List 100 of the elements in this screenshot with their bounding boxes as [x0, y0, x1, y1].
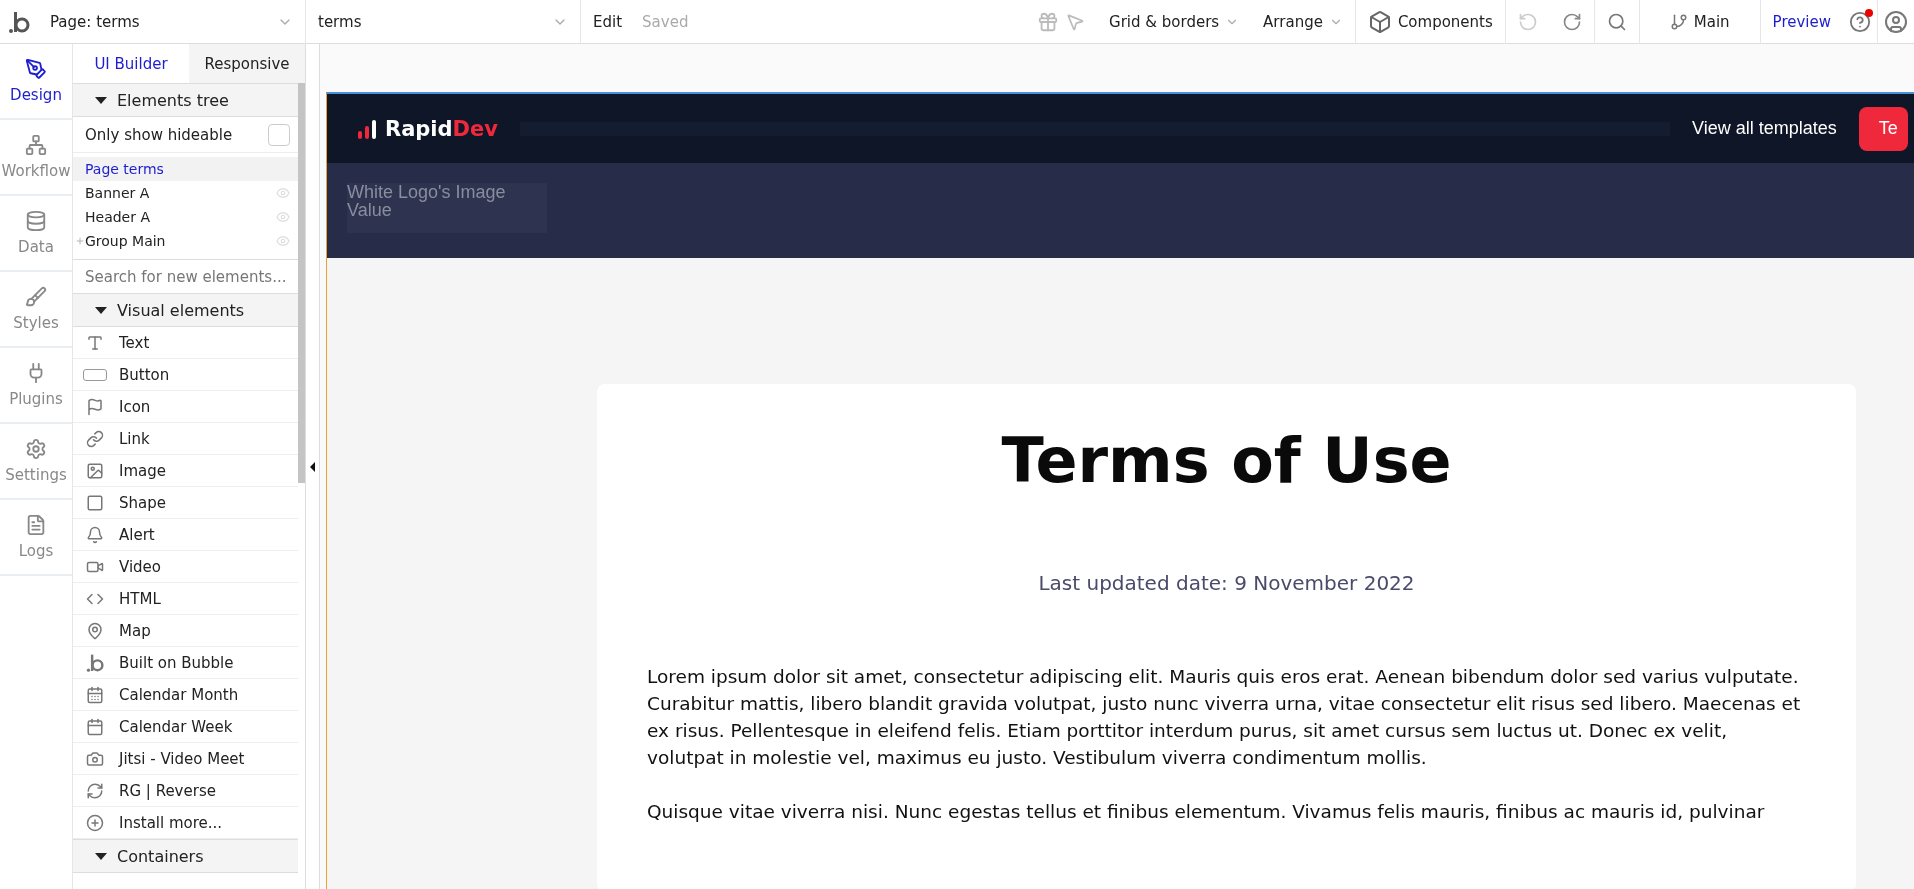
help-icon[interactable] — [1849, 10, 1871, 33]
element-label: Video — [119, 557, 162, 576]
text-icon — [86, 333, 104, 352]
element-label: Jitsi - Video Meet — [119, 749, 245, 768]
preview-link[interactable]: Preview — [1760, 0, 1843, 44]
grid-borders-menu[interactable]: Grid & borders — [1097, 0, 1252, 44]
element-item[interactable]: Map — [73, 615, 298, 647]
sidebar-tab-label: Logs — [18, 542, 54, 560]
element-dropdown[interactable]: terms — [306, 0, 581, 44]
element-item[interactable]: Video — [73, 551, 298, 583]
eye-icon[interactable] — [276, 210, 290, 224]
page-title: Terms of Use — [1001, 424, 1452, 497]
eye-icon[interactable] — [276, 234, 290, 248]
element-item[interactable]: Calendar Week — [73, 711, 298, 743]
plus-icon[interactable] — [75, 236, 85, 246]
tree-item[interactable]: Group Main — [73, 229, 298, 253]
element-item[interactable]: Image — [73, 455, 298, 487]
updated-date: Last updated date: 9 November 2022 — [1038, 571, 1415, 595]
section-header[interactable]: Elements tree — [73, 83, 298, 117]
sidebar-tab[interactable]: Data — [0, 196, 72, 272]
tree-item[interactable]: Banner A — [73, 181, 298, 205]
element-label: Button — [119, 365, 170, 384]
section-header[interactable]: Containers — [73, 839, 298, 873]
map-pin-icon — [86, 621, 104, 640]
sidebar-tab[interactable]: Plugins — [0, 348, 72, 424]
element-label: Image — [119, 461, 166, 480]
nav-link[interactable]: View all templates — [1692, 118, 1837, 140]
search-icon[interactable] — [1606, 11, 1627, 32]
click-button-icon — [83, 368, 107, 381]
redo-icon[interactable] — [1561, 11, 1582, 32]
flag-icon — [86, 397, 104, 416]
branch-icon — [1669, 12, 1688, 31]
section-title: Elements tree — [117, 90, 229, 110]
saved-status: Saved — [642, 12, 689, 31]
edit-menu[interactable]: Edit — [593, 12, 623, 31]
checkbox-label: Only show hideable — [85, 125, 233, 144]
refresh-icon — [86, 781, 104, 800]
tree-item[interactable]: Header A — [73, 205, 298, 229]
sidebar-tab[interactable]: Logs — [0, 500, 72, 576]
database-icon — [25, 210, 47, 232]
image-icon — [86, 461, 104, 480]
element-item[interactable]: Calendar Month — [73, 679, 298, 711]
collapse-arrow-icon[interactable] — [310, 461, 315, 472]
tree-item-label: Group Main — [85, 233, 167, 249]
checkbox[interactable] — [268, 123, 290, 146]
tree-item-label: Page terms — [85, 161, 165, 177]
calendar-icon — [86, 717, 104, 736]
cta-button[interactable]: Te — [1858, 106, 1908, 151]
cube-icon — [1367, 9, 1392, 34]
sidebar-tab-label: Workflow — [1, 162, 71, 180]
section-header[interactable]: Visual elements — [73, 293, 298, 327]
tree-item[interactable]: Page terms — [73, 157, 298, 181]
gear-icon — [25, 438, 47, 460]
element-item[interactable]: Icon — [73, 391, 298, 423]
sidebar-tab-label: Plugins — [9, 390, 63, 408]
element-label: Icon — [119, 397, 151, 416]
bubble-logo[interactable] — [86, 652, 104, 673]
tree-item-label: Header A — [85, 209, 151, 225]
brush-icon — [25, 286, 47, 308]
element-item[interactable]: Text — [73, 327, 298, 359]
page-dropdown[interactable]: Page: terms — [38, 0, 306, 44]
sidebar-tab-label: Data — [18, 238, 54, 256]
square-icon — [86, 493, 104, 512]
element-item[interactable]: RG | Reverse — [73, 775, 298, 807]
plus-circle-icon — [86, 813, 104, 832]
bubble-logo[interactable] — [8, 9, 30, 34]
rapiddev-logo: RapidDev — [357, 116, 498, 141]
element-label: Install more... — [119, 813, 223, 832]
sidebar-tab[interactable]: Workflow — [0, 120, 72, 196]
element-item[interactable]: Alert — [73, 519, 298, 551]
element-item[interactable]: Link — [73, 423, 298, 455]
element-label: Built on Bubble — [119, 653, 234, 672]
gift-icon[interactable] — [1037, 10, 1060, 33]
user-avatar-icon[interactable] — [1884, 9, 1908, 34]
calendar-icon — [86, 685, 104, 704]
element-item[interactable]: Built on Bubble — [73, 647, 298, 679]
undo-icon[interactable] — [1517, 11, 1538, 32]
sidebar-tab-label: Settings — [5, 466, 67, 484]
scrollbar[interactable] — [298, 83, 305, 483]
sidebar-tab-label: Design — [10, 86, 62, 104]
eye-icon[interactable] — [276, 186, 290, 200]
element-label: Text — [119, 333, 150, 352]
bell-icon — [86, 525, 104, 544]
element-label: Calendar Month — [119, 685, 239, 704]
components-button[interactable]: Components — [1355, 0, 1505, 44]
arrange-menu[interactable]: Arrange — [1251, 0, 1355, 44]
panel-tab[interactable]: Responsive — [189, 44, 305, 83]
element-item[interactable]: Shape — [73, 487, 298, 519]
image-source-text: White Logo's Image Value — [347, 182, 506, 221]
branch-button[interactable]: Main — [1639, 0, 1760, 44]
camera-icon — [86, 749, 104, 768]
element-item[interactable]: Jitsi - Video Meet — [73, 743, 298, 775]
element-item[interactable]: HTML — [73, 583, 298, 615]
element-label: Map — [119, 621, 151, 640]
sitemap-icon — [25, 134, 47, 156]
sidebar-tab[interactable]: Settings — [0, 424, 72, 500]
element-label: Calendar Week — [119, 717, 233, 736]
sidebar-tab-label: Styles — [13, 314, 59, 332]
section-title: Containers — [117, 846, 204, 866]
tree-item-label: Banner A — [85, 185, 151, 201]
